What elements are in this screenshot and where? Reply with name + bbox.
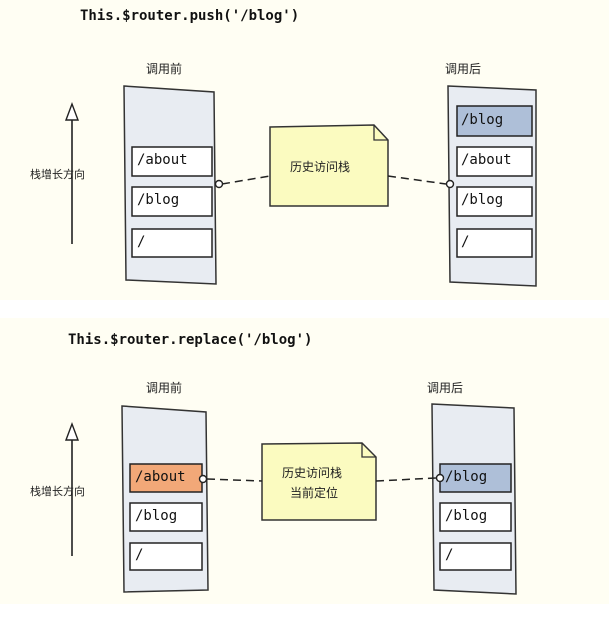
diagram-graphics [0, 85, 609, 604]
replace-history-note-line1: 历史访问栈 [282, 466, 343, 480]
replace-before-item-2: /blog [135, 508, 178, 524]
push-connector-left [221, 175, 271, 185]
replace-after-label: 调用后 [427, 381, 464, 395]
replace-before-label: 调用前 [146, 381, 183, 395]
replace-history-note-line2: 当前定位 [290, 486, 339, 500]
push-history-note-text: 历史访问栈 [290, 160, 351, 174]
push-code-title: This.$router.push('/blog') [80, 8, 300, 24]
push-connector-right [387, 175, 447, 185]
replace-history-note [261, 442, 377, 521]
replace-after-item-3: / [445, 547, 454, 563]
diagram-canvas: This.$router.push('/blog') 调用前 调用后 栈增长方向… [0, 0, 609, 619]
push-before-label: 调用前 [146, 62, 183, 76]
push-before-item-3: / [137, 234, 146, 250]
push-direction-label: 栈增长方向 [30, 168, 85, 181]
push-after-item-3: /blog [461, 192, 504, 208]
replace-after-item-1: /blog [445, 469, 488, 485]
push-after-item-4: / [461, 234, 470, 250]
replace-after-item-2: /blog [445, 508, 488, 524]
replace-direction-label: 栈增长方向 [30, 485, 85, 498]
replace-before-item-3: / [135, 547, 144, 563]
push-before-item-1: /about [137, 152, 188, 168]
replace-code-title: This.$router.replace('/blog') [68, 332, 313, 348]
push-after-item-1: /blog [461, 112, 504, 128]
push-after-label: 调用后 [445, 62, 482, 76]
replace-before-item-1: /about [135, 469, 186, 485]
push-after-item-2: /about [461, 152, 512, 168]
push-before-item-2: /blog [137, 192, 180, 208]
